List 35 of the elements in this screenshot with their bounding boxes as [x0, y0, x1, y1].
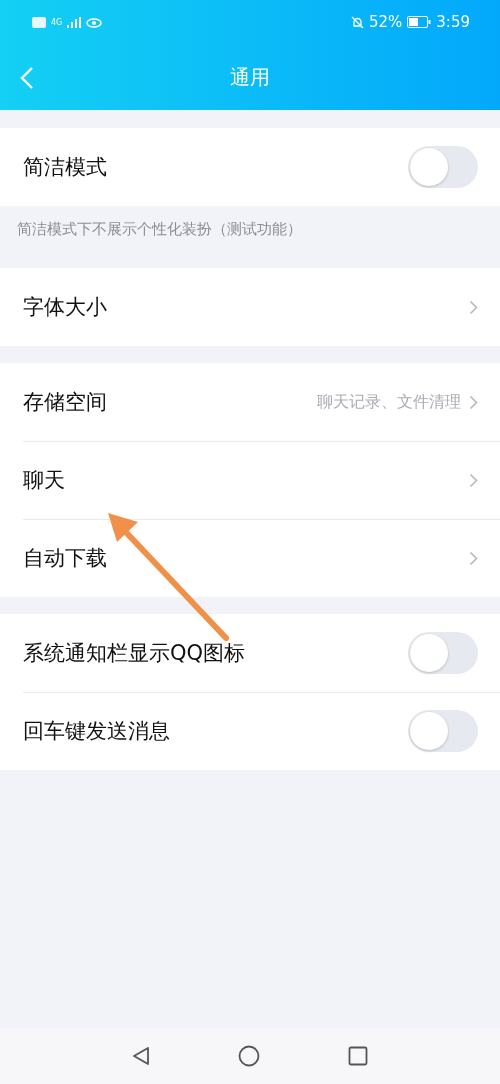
row-label: 字体大小: [23, 294, 107, 321]
row-detail: 聊天记录、文件清理: [317, 391, 461, 413]
settings-row[interactable]: 存储空间 聊天记录、文件清理: [0, 363, 500, 441]
toggle-switch[interactable]: [408, 632, 478, 674]
settings-row[interactable]: 回车键发送消息: [0, 692, 500, 770]
row-label: 简洁模式: [23, 154, 107, 181]
hd-icon: [32, 16, 46, 28]
network-type: 4G: [51, 17, 63, 27]
settings-row[interactable]: 自动下载: [0, 519, 500, 597]
row-label: 存储空间: [23, 389, 107, 416]
page-title: 通用: [230, 63, 270, 91]
signal-icon: [67, 16, 82, 28]
chevron-right-icon: [469, 299, 478, 315]
row-label: 自动下载: [23, 545, 107, 572]
row-label: 回车键发送消息: [23, 718, 170, 745]
toggle-switch[interactable]: [408, 146, 478, 188]
row-label: 系统通知栏显示QQ图标: [23, 640, 246, 667]
home-circle-icon[interactable]: [238, 1045, 260, 1067]
settings-row[interactable]: 字体大小: [0, 268, 500, 346]
toggle-switch[interactable]: [408, 710, 478, 752]
eye-icon: [86, 16, 103, 28]
chevron-right-icon: [469, 472, 478, 488]
clock-time: 3:59: [436, 13, 470, 31]
battery-icon: [407, 16, 432, 28]
row-label: 聊天: [23, 467, 65, 494]
battery-percent: 52%: [368, 13, 403, 31]
chevron-right-icon: [469, 550, 478, 566]
settings-row[interactable]: 系统通知栏显示QQ图标: [0, 614, 500, 692]
settings-row[interactable]: 聊天: [0, 441, 500, 519]
hint-text: 简洁模式下不展示个性化装扮（测试功能）: [16, 219, 303, 240]
settings-row[interactable]: 简洁模式: [0, 128, 500, 206]
recents-square-icon[interactable]: [348, 1046, 368, 1066]
back-triangle-icon[interactable]: [132, 1046, 150, 1066]
chevron-right-icon: [469, 394, 478, 410]
muted-bell-icon: [350, 15, 364, 29]
